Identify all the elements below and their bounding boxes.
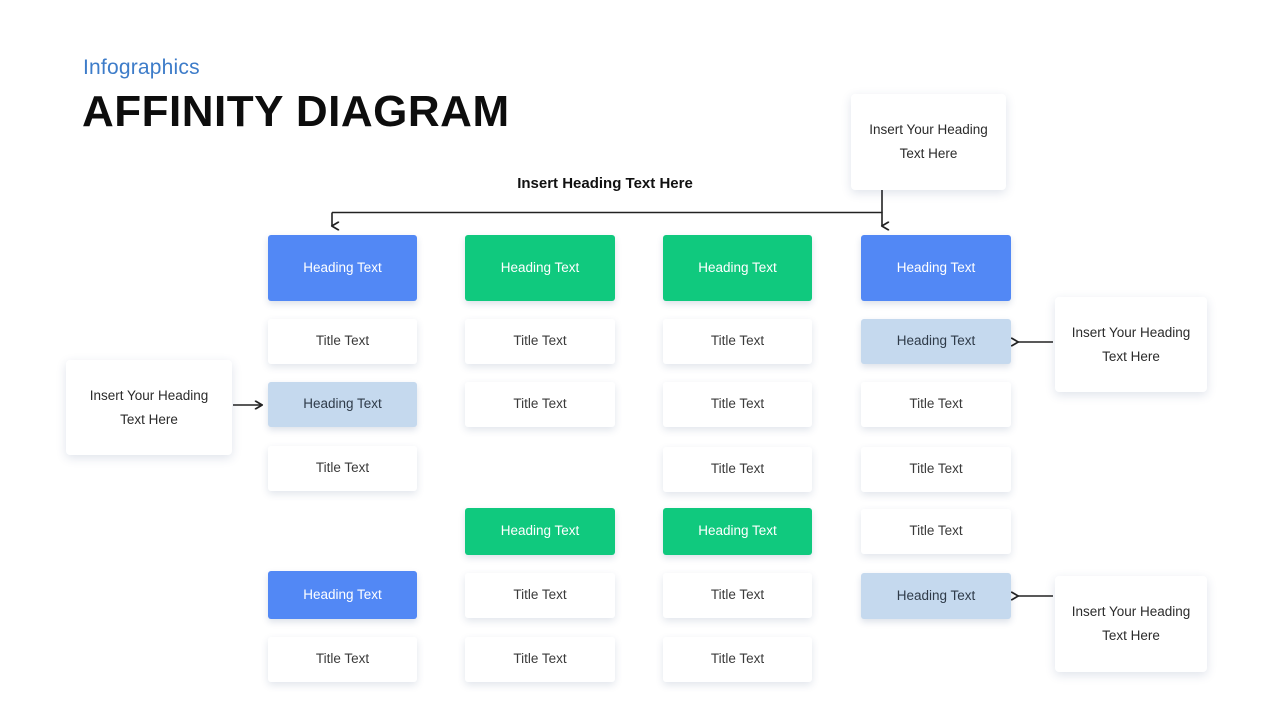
column-4-heading-box-2[interactable]: Heading Text (861, 319, 1011, 364)
column-3-heading-box-2[interactable]: Heading Text (663, 508, 812, 555)
column-1-title-box-3[interactable]: Title Text (268, 637, 417, 682)
column-3-title-box-5[interactable]: Title Text (663, 637, 812, 682)
column-2-heading-box-1[interactable]: Heading Text (465, 235, 615, 301)
column-2-title-box-3[interactable]: Title Text (465, 573, 615, 618)
column-1-heading-box-1[interactable]: Heading Text (268, 235, 417, 301)
column-4-heading-box-1[interactable]: Heading Text (861, 235, 1011, 301)
column-1-title-box-2[interactable]: Title Text (268, 446, 417, 491)
column-1-heading-box-2[interactable]: Heading Text (268, 382, 417, 427)
callout-right-lower[interactable]: Insert Your Heading Text Here (1055, 576, 1207, 672)
column-4-heading-box-3[interactable]: Heading Text (861, 573, 1011, 619)
column-2-title-box-1[interactable]: Title Text (465, 319, 615, 364)
column-2-title-box-4[interactable]: Title Text (465, 637, 615, 682)
column-3-title-box-4[interactable]: Title Text (663, 573, 812, 618)
column-1-heading-box-3[interactable]: Heading Text (268, 571, 417, 619)
eyebrow-label: Infographics (83, 56, 200, 79)
callout-right-upper[interactable]: Insert Your Heading Text Here (1055, 297, 1207, 392)
page-title: AFFINITY DIAGRAM (82, 87, 510, 136)
column-2-heading-box-2[interactable]: Heading Text (465, 508, 615, 555)
column-3-title-box-3[interactable]: Title Text (663, 447, 812, 492)
column-1-title-box-1[interactable]: Title Text (268, 319, 417, 364)
column-2-title-box-2[interactable]: Title Text (465, 382, 615, 427)
column-4-title-box-3[interactable]: Title Text (861, 509, 1011, 554)
callout-top[interactable]: Insert Your Heading Text Here (851, 94, 1006, 190)
column-3-title-box-2[interactable]: Title Text (663, 382, 812, 427)
top-heading-label: Insert Heading Text Here (517, 175, 693, 192)
column-4-title-box-1[interactable]: Title Text (861, 382, 1011, 427)
callout-left[interactable]: Insert Your Heading Text Here (66, 360, 232, 455)
column-3-heading-box-1[interactable]: Heading Text (663, 235, 812, 301)
column-4-title-box-2[interactable]: Title Text (861, 447, 1011, 492)
column-3-title-box-1[interactable]: Title Text (663, 319, 812, 364)
